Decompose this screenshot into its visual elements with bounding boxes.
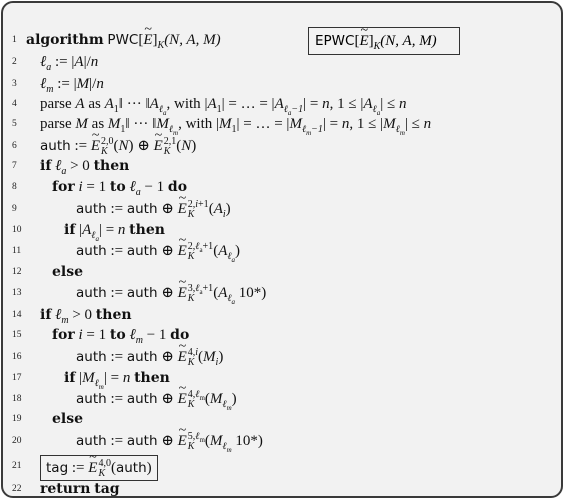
- line-number: 8: [12, 182, 17, 192]
- line-number: 1: [12, 35, 17, 45]
- line-number: 6: [12, 141, 17, 151]
- line-number: 15: [12, 330, 22, 340]
- line-number: 21: [12, 461, 22, 471]
- line-number: 17: [12, 373, 22, 383]
- line-number: 16: [12, 352, 22, 362]
- line-number: 3: [12, 79, 17, 89]
- line-number: 5: [12, 119, 17, 129]
- line-number: 18: [12, 394, 22, 404]
- line-number: 22: [12, 484, 22, 494]
- line-number: 2: [12, 57, 17, 67]
- line-number: 14: [12, 310, 22, 320]
- algorithm-params: (N, A, M): [164, 32, 221, 48]
- line-number: 19: [12, 414, 22, 424]
- line-number: 4: [12, 99, 17, 109]
- keyword-algorithm: algorithm: [26, 32, 104, 48]
- line-number: 7: [12, 161, 17, 171]
- line-number: 11: [12, 246, 22, 256]
- line-number: 10: [12, 225, 22, 235]
- epwc-name: EPWC: [315, 33, 355, 49]
- line-number: 12: [12, 267, 22, 277]
- line-number: 13: [12, 288, 22, 298]
- epwc-variant-box: EPWC[E]K(N, A, M): [308, 18, 460, 55]
- line-number: 20: [12, 436, 22, 446]
- epwc-params: (N, A, M): [380, 33, 437, 49]
- line-number: 9: [12, 204, 17, 214]
- algorithm-name: PWC: [107, 32, 139, 48]
